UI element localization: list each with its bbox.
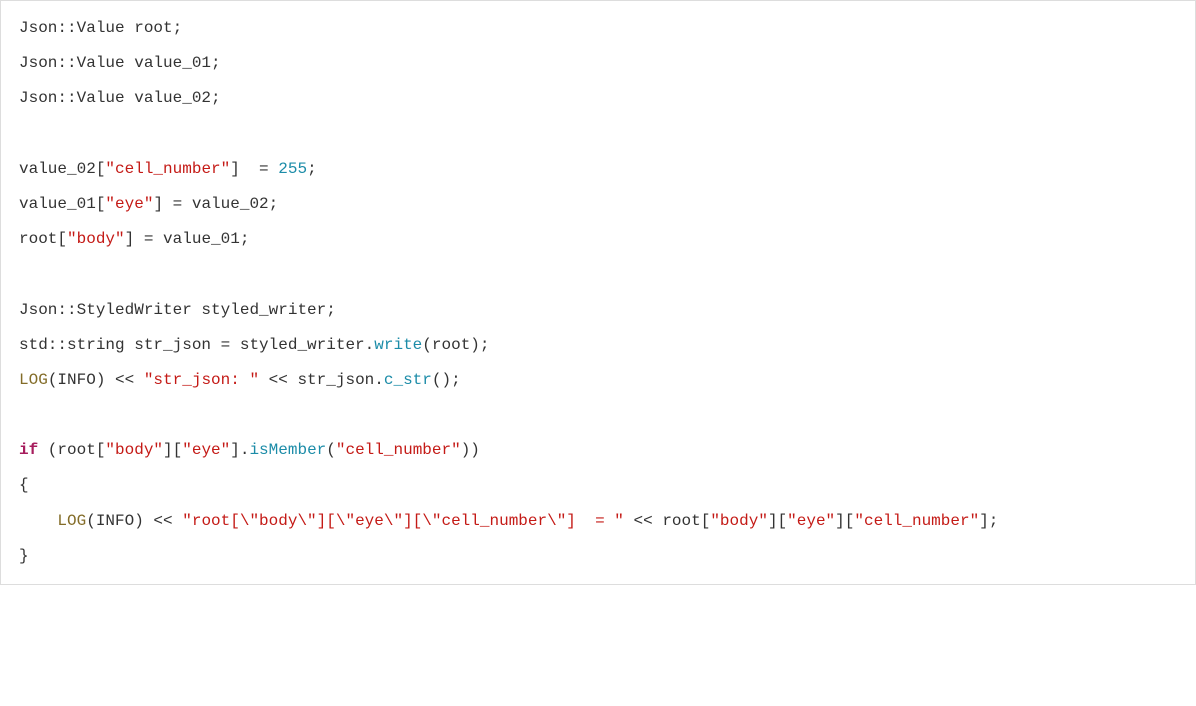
code-line: value_02["cell_number"] = 255; (19, 160, 317, 178)
code-token-string: "eye" (105, 195, 153, 213)
code-token: (root[ (38, 441, 105, 459)
code-line: if (root["body"]["eye"].isMember("cell_n… (19, 441, 480, 459)
code-token-string: "root[\"body\"][\"eye\"][\"cell_number\"… (182, 512, 624, 530)
code-token: Json::StyledWriter styled_writer; (19, 301, 336, 319)
code-token: } (19, 547, 29, 565)
code-token: (); (432, 371, 461, 389)
code-token-string: "body" (105, 441, 163, 459)
code-token (19, 512, 57, 530)
code-token: Json::Value value_02; (19, 89, 221, 107)
code-token: root[ (19, 230, 67, 248)
code-token: value_01[ (19, 195, 105, 213)
code-line: root["body"] = value_01; (19, 230, 249, 248)
code-token: (root); (422, 336, 489, 354)
code-token-string: "cell_number" (336, 441, 461, 459)
code-token: ][ (163, 441, 182, 459)
code-token-string: "eye" (182, 441, 230, 459)
code-line: Json::Value root; (19, 19, 182, 37)
code-line: } (19, 547, 29, 565)
code-token: (INFO) << (48, 371, 144, 389)
code-token: ][ (768, 512, 787, 530)
code-token: ] = value_02; (153, 195, 278, 213)
code-line: std::string str_json = styled_writer.wri… (19, 336, 490, 354)
code-token: ]. (230, 441, 249, 459)
code-block: Json::Value root; Json::Value value_01; … (0, 0, 1196, 585)
code-token: (INFO) << (86, 512, 182, 530)
code-token-string: "str_json: " (144, 371, 259, 389)
code-token: ( (326, 441, 336, 459)
code-line: LOG(INFO) << "str_json: " << str_json.c_… (19, 371, 461, 389)
code-token-string: "cell_number" (105, 160, 230, 178)
code-token: ]; (979, 512, 998, 530)
code-token: Json::Value root; (19, 19, 182, 37)
code-token-keyword: if (19, 441, 38, 459)
code-token: value_02[ (19, 160, 105, 178)
code-line: Json::Value value_01; (19, 54, 221, 72)
code-token: << str_json. (259, 371, 384, 389)
code-token: ; (307, 160, 317, 178)
code-line: { (19, 476, 29, 494)
code-token-string: "body" (67, 230, 125, 248)
code-token: { (19, 476, 29, 494)
code-line-blank (19, 265, 29, 283)
code-line: value_01["eye"] = value_02; (19, 195, 278, 213)
code-token-string: "eye" (787, 512, 835, 530)
code-line-blank (19, 125, 29, 143)
code-line-blank (19, 406, 29, 424)
code-token-method: c_str (384, 371, 432, 389)
code-token: )) (461, 441, 480, 459)
code-token-number: 255 (278, 160, 307, 178)
code-token-method: isMember (249, 441, 326, 459)
code-line: Json::Value value_02; (19, 89, 221, 107)
code-token-string: "body" (710, 512, 768, 530)
code-token-string: "cell_number" (854, 512, 979, 530)
code-token: std::string str_json = styled_writer. (19, 336, 374, 354)
code-line: LOG(INFO) << "root[\"body\"][\"eye\"][\"… (19, 512, 998, 530)
code-line: Json::StyledWriter styled_writer; (19, 301, 336, 319)
code-token-func: LOG (19, 371, 48, 389)
code-token: ] = (230, 160, 278, 178)
code-token: ][ (835, 512, 854, 530)
code-token-func: LOG (57, 512, 86, 530)
code-token: << root[ (624, 512, 710, 530)
code-token-method: write (374, 336, 422, 354)
code-token: ] = value_01; (125, 230, 250, 248)
code-token: Json::Value value_01; (19, 54, 221, 72)
